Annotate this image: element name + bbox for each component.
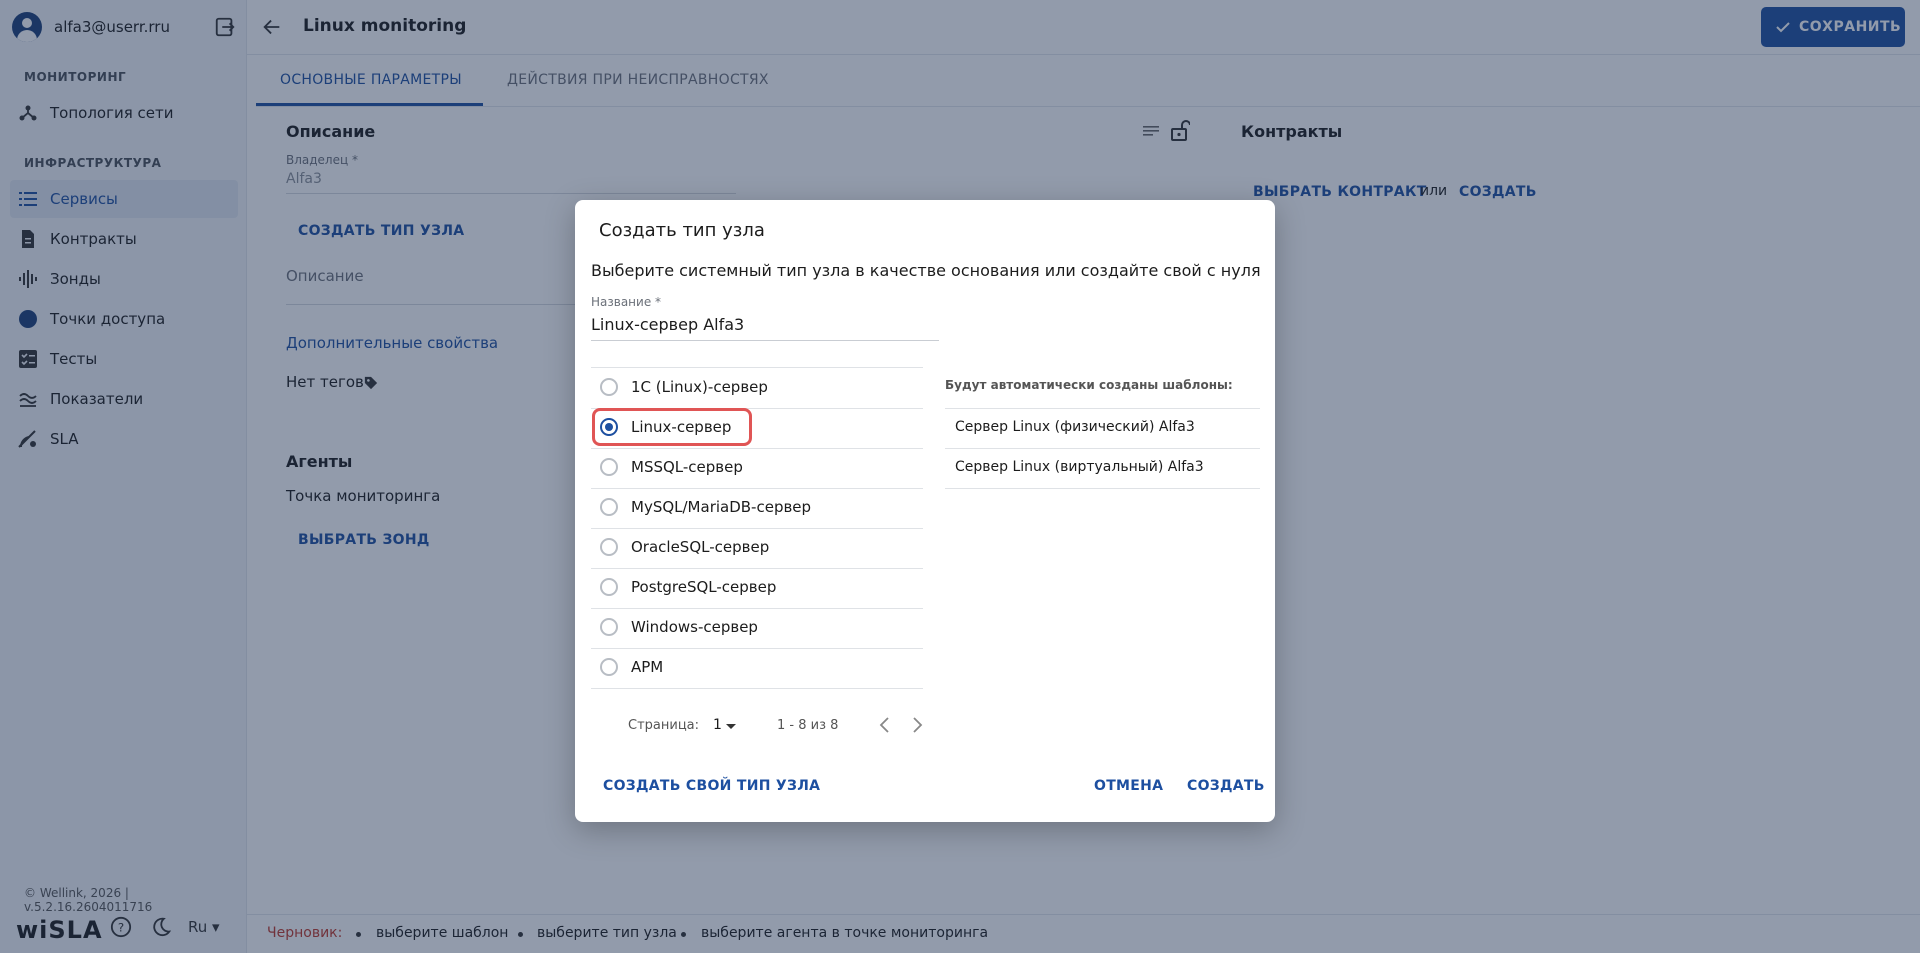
option-label: 1С (Linux)-сервер bbox=[631, 378, 768, 396]
template-item: Сервер Linux (физический) Alfa3 bbox=[955, 419, 1195, 435]
option-label: OracleSQL-сервер bbox=[631, 538, 770, 556]
radio-button[interactable] bbox=[600, 458, 618, 476]
template-item: Сервер Linux (виртуальный) Alfa3 bbox=[955, 459, 1204, 475]
list-divider bbox=[591, 688, 923, 689]
option-label: MySQL/MariaDB-сервер bbox=[631, 498, 812, 516]
page-range: 1 - 8 из 8 bbox=[777, 718, 839, 733]
name-underline bbox=[591, 340, 939, 341]
create-node-type-dialog: Создать тип узла Выберите системный тип … bbox=[575, 200, 1275, 822]
templates-divider bbox=[945, 448, 1260, 449]
node-type-option[interactable]: MySQL/MariaDB-сервер bbox=[591, 488, 923, 528]
page-select[interactable]: 1 bbox=[713, 717, 722, 733]
node-type-option[interactable]: Windows-сервер bbox=[591, 608, 923, 648]
create-own-node-type-button[interactable]: СОЗДАТЬ СВОЙ ТИП УЗЛА bbox=[603, 778, 820, 794]
node-type-option[interactable]: OracleSQL-сервер bbox=[591, 528, 923, 568]
radio-button[interactable] bbox=[600, 618, 618, 636]
option-label: Windows-сервер bbox=[631, 618, 758, 636]
radio-button[interactable] bbox=[600, 578, 618, 596]
dialog-title: Создать тип узла bbox=[599, 220, 765, 241]
node-type-option[interactable]: АРМ bbox=[591, 648, 923, 688]
radio-button[interactable] bbox=[600, 538, 618, 556]
option-label: АРМ bbox=[631, 658, 664, 676]
selection-highlight bbox=[592, 408, 752, 446]
caret-down-icon[interactable] bbox=[726, 724, 736, 729]
create-button[interactable]: СОЗДАТЬ bbox=[1187, 778, 1265, 794]
node-type-option[interactable]: MSSQL-сервер bbox=[591, 448, 923, 488]
cancel-button[interactable]: ОТМЕНА bbox=[1094, 778, 1163, 794]
name-label: Название * bbox=[591, 295, 662, 309]
templates-divider bbox=[945, 408, 1260, 409]
chevron-right-icon[interactable] bbox=[906, 714, 928, 736]
radio-button[interactable] bbox=[600, 658, 618, 676]
templates-divider bbox=[945, 488, 1260, 489]
option-label: PostgreSQL-сервер bbox=[631, 578, 777, 596]
templates-label: Будут автоматически созданы шаблоны: bbox=[945, 378, 1233, 392]
option-label: MSSQL-сервер bbox=[631, 458, 743, 476]
radio-button[interactable] bbox=[600, 378, 618, 396]
name-input[interactable]: Linux-сервер Alfa3 bbox=[591, 315, 744, 334]
page-label: Страница: bbox=[628, 718, 700, 733]
chevron-left-icon[interactable] bbox=[874, 714, 896, 736]
dialog-subtitle: Выберите системный тип узла в качестве о… bbox=[591, 261, 1261, 280]
node-type-option[interactable]: PostgreSQL-сервер bbox=[591, 568, 923, 608]
node-type-option[interactable]: 1С (Linux)-сервер bbox=[591, 368, 923, 408]
radio-button[interactable] bbox=[600, 498, 618, 516]
